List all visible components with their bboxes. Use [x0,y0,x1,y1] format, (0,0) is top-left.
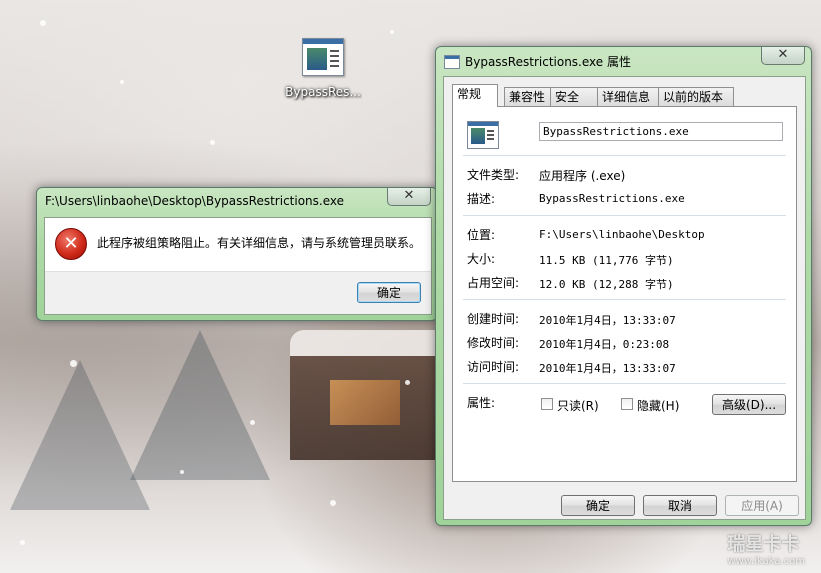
error-dialog: F:\Users\linbaohe\Desktop\BypassRestrict… [36,187,438,321]
divider [463,215,786,216]
desktop-icon-bypassrestrictions[interactable]: BypassRes... [283,38,363,99]
properties-body: 常规 兼容性 安全 详细信息 以前的版本 BypassRestrictions.… [443,76,806,520]
modified-label: 修改时间: [467,336,520,350]
properties-window: BypassRestrictions.exe 属性 ✕ 常规 兼容性 安全 详细… [435,46,812,526]
properties-ok-button[interactable]: 确定 [561,495,635,516]
snowflake [180,470,184,474]
snowflake [120,80,124,84]
exe-file-icon [467,121,499,149]
file-name-field[interactable]: BypassRestrictions.exe [539,122,783,141]
disk-size-value: 12.0 KB (12,288 字节) [539,278,674,291]
size-value: 11.5 KB (11,776 字节) [539,254,674,267]
divider [463,155,786,156]
watermark-logo: 瑞星卡卡 www.ikaka.com [727,530,805,567]
properties-cancel-button[interactable]: 取消 [643,495,717,516]
tab-details[interactable]: 详细信息 [597,87,659,106]
location-label: 位置: [467,228,496,242]
error-x-icon: ✕ [55,228,87,260]
created-label: 创建时间: [467,312,520,326]
wallpaper-tree [130,330,270,480]
tab-general[interactable]: 常规 [452,84,498,107]
tab-previous-versions[interactable]: 以前的版本 [658,87,734,106]
readonly-checkbox[interactable] [541,398,553,410]
error-dialog-body: ✕ 此程序被组策略阻止。有关详细信息，请与系统管理员联系。 确定 [44,217,432,315]
snowflake [40,20,46,26]
error-ok-button[interactable]: 确定 [357,282,421,303]
location-value: F:\Users\linbaohe\Desktop [539,228,705,241]
window-app-icon [444,55,460,69]
exe-file-icon [302,38,344,76]
tab-compatibility[interactable]: 兼容性 [504,87,551,106]
size-label: 大小: [467,252,496,266]
tab-security[interactable]: 安全 [550,87,598,106]
snowflake [70,360,77,367]
snowflake [390,30,394,34]
advanced-button[interactable]: 高级(D)... [712,394,786,415]
snowflake [405,380,410,385]
error-message: 此程序被组策略阻止。有关详细信息，请与系统管理员联系。 [97,236,422,250]
accessed-label: 访问时间: [467,360,520,374]
general-panel: BypassRestrictions.exe 文件类型: 应用程序 (.exe)… [452,106,797,482]
snowflake [330,500,336,506]
close-icon: ✕ [777,47,789,62]
file-type-value: 应用程序 (.exe) [539,169,626,183]
modified-value: 2010年1月4日，0:23:08 [539,338,670,351]
file-type-label: 文件类型: [467,168,520,182]
hidden-checkbox[interactable] [621,398,633,410]
watermark-url: www.ikaka.com [727,556,805,567]
divider [463,299,786,300]
accessed-value: 2010年1月4日，13:33:07 [539,362,676,375]
description-value: BypassRestrictions.exe [539,192,685,205]
snowflake [20,540,25,545]
wallpaper-tree [10,360,150,510]
properties-apply-button[interactable]: 应用(A) [725,495,799,516]
close-icon: ✕ [403,188,415,203]
attributes-label: 属性: [467,396,496,410]
snowflake [250,420,255,425]
properties-close-button[interactable]: ✕ [761,47,805,65]
divider [463,383,786,384]
error-dialog-close-button[interactable]: ✕ [387,188,431,206]
readonly-checkbox-label[interactable]: 只读(R) [557,397,599,414]
disk-size-label: 占用空间: [467,276,520,290]
desktop-icon-label: BypassRes... [285,85,361,99]
snowflake [210,140,215,145]
watermark-text: 瑞星卡卡 [727,534,800,555]
description-label: 描述: [467,192,496,206]
created-value: 2010年1月4日，13:33:07 [539,314,676,327]
properties-title: BypassRestrictions.exe 属性 [465,55,631,69]
error-dialog-title: F:\Users\linbaohe\Desktop\BypassRestrict… [45,194,345,208]
hidden-checkbox-label[interactable]: 隐藏(H) [637,397,679,414]
